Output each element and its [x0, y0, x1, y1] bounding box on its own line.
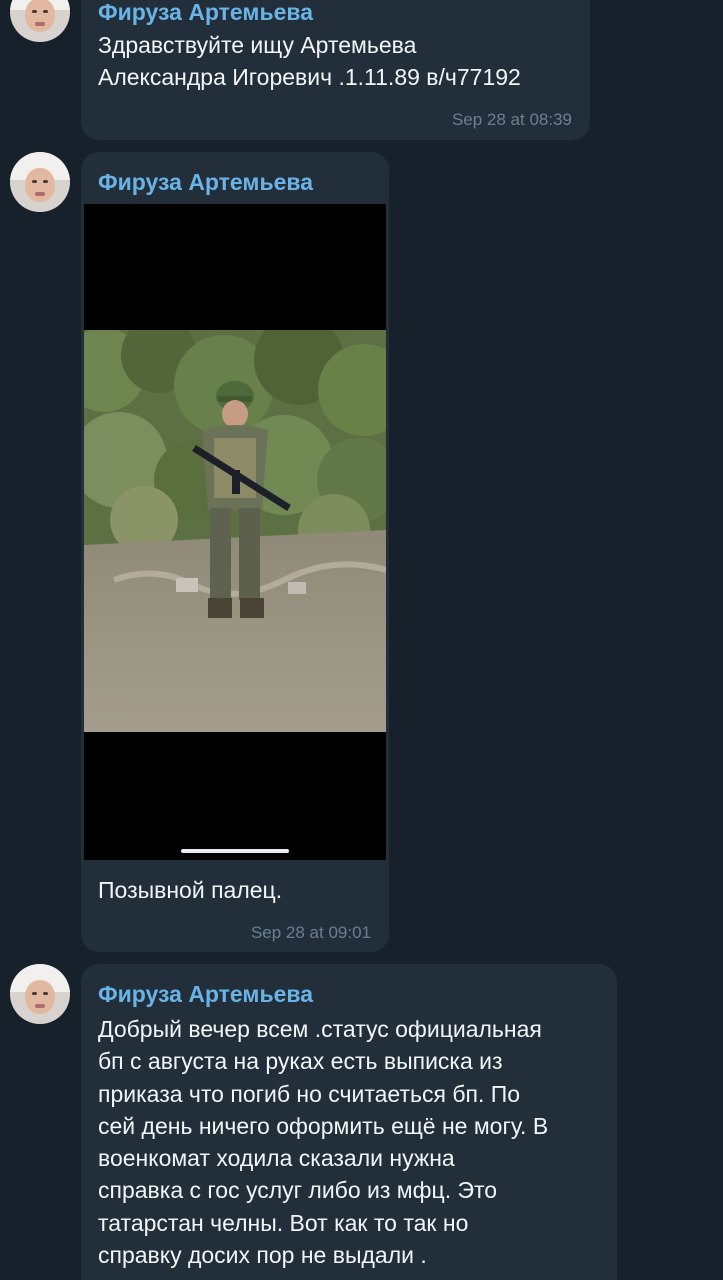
media-viewer-handle: [181, 849, 289, 853]
photo-attachment[interactable]: [84, 204, 386, 860]
chat-screen: Фируза Артемьева Здравствуйте ищу Артемь…: [0, 0, 723, 1280]
sender-name[interactable]: Фируза Артемьева: [98, 169, 313, 196]
message-text: Здравствуйте ищу Артемьева Александра Иг…: [98, 32, 521, 91]
sender-avatar[interactable]: [10, 0, 70, 42]
sender-avatar[interactable]: [10, 152, 70, 212]
message-time: Sep 28 at 09:01: [250, 923, 371, 942]
sender-name[interactable]: Фируза Артемьева: [98, 981, 313, 1008]
message-bubble[interactable]: Фируза Артемьева Добрый вечер всем .стат…: [81, 964, 617, 1280]
message-bubble[interactable]: Фируза Артемьева Здравствуйте ищу Артемь…: [81, 0, 590, 140]
message-text: Позывной палец.: [98, 877, 283, 903]
sender-avatar[interactable]: [10, 964, 70, 1024]
message-text: Добрый вечер всем .статус официальная бп…: [98, 1016, 549, 1269]
message-bubble[interactable]: Фируза Артемьева Позывной палец. Sep 28 …: [81, 152, 389, 952]
sender-name[interactable]: Фируза Артемьева: [98, 0, 313, 26]
message-time: Sep 28 at 08:39: [451, 110, 572, 129]
soldier-photo: [84, 330, 386, 732]
